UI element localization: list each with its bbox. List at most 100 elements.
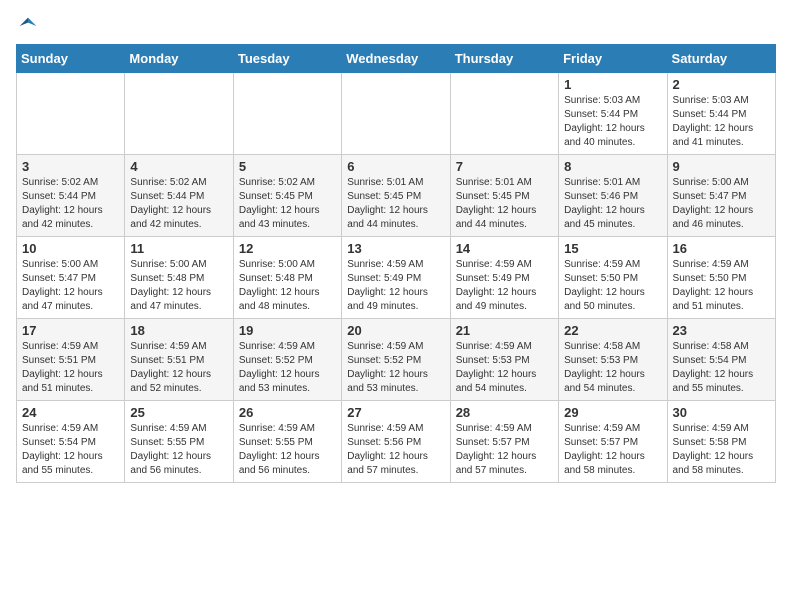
day-number: 9 bbox=[673, 159, 770, 174]
day-header-wednesday: Wednesday bbox=[342, 45, 450, 73]
day-info: Sunrise: 4:59 AM Sunset: 5:53 PM Dayligh… bbox=[456, 340, 553, 396]
day-number: 18 bbox=[130, 323, 227, 338]
calendar-cell: 25 Sunrise: 4:59 AM Sunset: 5:55 PM Dayli… bbox=[125, 401, 233, 483]
day-number: 1 bbox=[564, 77, 661, 92]
calendar-cell bbox=[342, 73, 450, 155]
day-header-tuesday: Tuesday bbox=[233, 45, 341, 73]
calendar-cell: 8 Sunrise: 5:01 AM Sunset: 5:46 PM Daylig… bbox=[559, 155, 667, 237]
day-info: Sunrise: 4:59 AM Sunset: 5:55 PM Dayligh… bbox=[130, 422, 227, 478]
day-number: 8 bbox=[564, 159, 661, 174]
calendar-cell: 1 Sunrise: 5:03 AM Sunset: 5:44 PM Daylig… bbox=[559, 73, 667, 155]
day-header-friday: Friday bbox=[559, 45, 667, 73]
day-number: 22 bbox=[564, 323, 661, 338]
day-info: Sunrise: 5:03 AM Sunset: 5:44 PM Dayligh… bbox=[673, 94, 770, 150]
calendar-cell: 18 Sunrise: 4:59 AM Sunset: 5:51 PM Dayli… bbox=[125, 319, 233, 401]
day-info: Sunrise: 5:00 AM Sunset: 5:48 PM Dayligh… bbox=[130, 258, 227, 314]
calendar-cell: 20 Sunrise: 4:59 AM Sunset: 5:52 PM Dayli… bbox=[342, 319, 450, 401]
calendar-cell: 21 Sunrise: 4:59 AM Sunset: 5:53 PM Dayli… bbox=[450, 319, 558, 401]
calendar-cell: 14Sunrise: 4:59 AM Sunset: 5:49 PM Dayli… bbox=[450, 237, 558, 319]
day-number: 29 bbox=[564, 405, 661, 420]
day-number: 2 bbox=[673, 77, 770, 92]
day-info: Sunrise: 5:02 AM Sunset: 5:45 PM Dayligh… bbox=[239, 176, 336, 232]
day-number: 12 bbox=[239, 241, 336, 256]
calendar-cell: 9 Sunrise: 5:00 AM Sunset: 5:47 PM Daylig… bbox=[667, 155, 775, 237]
day-number: 24 bbox=[22, 405, 119, 420]
calendar-cell: 15 Sunrise: 4:59 AM Sunset: 5:50 PM Dayli… bbox=[559, 237, 667, 319]
day-info: Sunrise: 5:01 AM Sunset: 5:45 PM Dayligh… bbox=[456, 176, 553, 232]
day-info: Sunrise: 4:58 AM Sunset: 5:54 PM Dayligh… bbox=[673, 340, 770, 396]
day-info: Sunrise: 5:03 AM Sunset: 5:44 PM Dayligh… bbox=[564, 94, 661, 150]
day-number: 28 bbox=[456, 405, 553, 420]
calendar-cell: 16 Sunrise: 4:59 AM Sunset: 5:50 PM Dayli… bbox=[667, 237, 775, 319]
calendar-cell bbox=[125, 73, 233, 155]
day-number: 27 bbox=[347, 405, 444, 420]
day-header-sunday: Sunday bbox=[17, 45, 125, 73]
day-number: 15 bbox=[564, 241, 661, 256]
day-number: 26 bbox=[239, 405, 336, 420]
day-number: 3 bbox=[22, 159, 119, 174]
logo bbox=[16, 16, 38, 32]
calendar-cell: 29 Sunrise: 4:59 AM Sunset: 5:57 PM Dayli… bbox=[559, 401, 667, 483]
calendar-cell: 4 Sunrise: 5:02 AM Sunset: 5:44 PM Daylig… bbox=[125, 155, 233, 237]
calendar-cell: 11 Sunrise: 5:00 AM Sunset: 5:48 PM Dayli… bbox=[125, 237, 233, 319]
calendar-cell: 28 Sunrise: 4:59 AM Sunset: 5:57 PM Dayli… bbox=[450, 401, 558, 483]
calendar-cell: 10 Sunrise: 5:00 AM Sunset: 5:47 PM Dayli… bbox=[17, 237, 125, 319]
day-header-saturday: Saturday bbox=[667, 45, 775, 73]
day-info: Sunrise: 4:59 AM Sunset: 5:50 PM Dayligh… bbox=[564, 258, 661, 314]
calendar-cell bbox=[17, 73, 125, 155]
day-info: Sunrise: 5:01 AM Sunset: 5:46 PM Dayligh… bbox=[564, 176, 661, 232]
calendar-cell: 12 Sunrise: 5:00 AM Sunset: 5:48 PM Dayli… bbox=[233, 237, 341, 319]
day-number: 20 bbox=[347, 323, 444, 338]
day-header-thursday: Thursday bbox=[450, 45, 558, 73]
calendar-cell: 23 Sunrise: 4:58 AM Sunset: 5:54 PM Dayli… bbox=[667, 319, 775, 401]
calendar-cell: 30Sunrise: 4:59 AM Sunset: 5:58 PM Dayli… bbox=[667, 401, 775, 483]
day-info: Sunrise: 5:00 AM Sunset: 5:47 PM Dayligh… bbox=[22, 258, 119, 314]
day-number: 21 bbox=[456, 323, 553, 338]
day-number: 17 bbox=[22, 323, 119, 338]
day-number: 19 bbox=[239, 323, 336, 338]
calendar-cell: 27 Sunrise: 4:59 AM Sunset: 5:56 PM Dayli… bbox=[342, 401, 450, 483]
page-header bbox=[16, 16, 776, 32]
day-number: 7 bbox=[456, 159, 553, 174]
day-info: Sunrise: 4:59 AM Sunset: 5:51 PM Dayligh… bbox=[22, 340, 119, 396]
day-number: 13 bbox=[347, 241, 444, 256]
day-info: Sunrise: 5:01 AM Sunset: 5:45 PM Dayligh… bbox=[347, 176, 444, 232]
day-info: Sunrise: 4:59 AM Sunset: 5:52 PM Dayligh… bbox=[347, 340, 444, 396]
calendar-cell: 2 Sunrise: 5:03 AM Sunset: 5:44 PM Daylig… bbox=[667, 73, 775, 155]
day-number: 30 bbox=[673, 405, 770, 420]
day-info: Sunrise: 4:59 AM Sunset: 5:52 PM Dayligh… bbox=[239, 340, 336, 396]
day-number: 23 bbox=[673, 323, 770, 338]
day-info: Sunrise: 4:59 AM Sunset: 5:57 PM Dayligh… bbox=[564, 422, 661, 478]
calendar-cell: 19 Sunrise: 4:59 AM Sunset: 5:52 PM Dayli… bbox=[233, 319, 341, 401]
day-info: Sunrise: 4:58 AM Sunset: 5:53 PM Dayligh… bbox=[564, 340, 661, 396]
calendar-cell: 17 Sunrise: 4:59 AM Sunset: 5:51 PM Dayli… bbox=[17, 319, 125, 401]
day-info: Sunrise: 4:59 AM Sunset: 5:51 PM Dayligh… bbox=[130, 340, 227, 396]
day-number: 5 bbox=[239, 159, 336, 174]
day-info: Sunrise: 4:59 AM Sunset: 5:50 PM Dayligh… bbox=[673, 258, 770, 314]
calendar-cell: 6 Sunrise: 5:01 AM Sunset: 5:45 PM Daylig… bbox=[342, 155, 450, 237]
calendar-cell: 22 Sunrise: 4:58 AM Sunset: 5:53 PM Dayli… bbox=[559, 319, 667, 401]
calendar-cell: 24Sunrise: 4:59 AM Sunset: 5:54 PM Dayli… bbox=[17, 401, 125, 483]
day-info: Sunrise: 5:00 AM Sunset: 5:47 PM Dayligh… bbox=[673, 176, 770, 232]
day-info: Sunrise: 5:00 AM Sunset: 5:48 PM Dayligh… bbox=[239, 258, 336, 314]
calendar-cell bbox=[233, 73, 341, 155]
day-info: Sunrise: 4:59 AM Sunset: 5:55 PM Dayligh… bbox=[239, 422, 336, 478]
day-number: 10 bbox=[22, 241, 119, 256]
calendar-cell: 5 Sunrise: 5:02 AM Sunset: 5:45 PM Daylig… bbox=[233, 155, 341, 237]
day-number: 6 bbox=[347, 159, 444, 174]
logo-icon bbox=[18, 16, 38, 36]
day-number: 25 bbox=[130, 405, 227, 420]
day-number: 11 bbox=[130, 241, 227, 256]
calendar-cell: 7 Sunrise: 5:01 AM Sunset: 5:45 PM Daylig… bbox=[450, 155, 558, 237]
day-number: 4 bbox=[130, 159, 227, 174]
day-number: 16 bbox=[673, 241, 770, 256]
day-header-monday: Monday bbox=[125, 45, 233, 73]
day-info: Sunrise: 5:02 AM Sunset: 5:44 PM Dayligh… bbox=[130, 176, 227, 232]
calendar-cell: 3Sunrise: 5:02 AM Sunset: 5:44 PM Daylig… bbox=[17, 155, 125, 237]
day-info: Sunrise: 4:59 AM Sunset: 5:49 PM Dayligh… bbox=[456, 258, 553, 314]
day-info: Sunrise: 4:59 AM Sunset: 5:57 PM Dayligh… bbox=[456, 422, 553, 478]
day-info: Sunrise: 4:59 AM Sunset: 5:56 PM Dayligh… bbox=[347, 422, 444, 478]
day-info: Sunrise: 4:59 AM Sunset: 5:49 PM Dayligh… bbox=[347, 258, 444, 314]
calendar-cell: 13 Sunrise: 4:59 AM Sunset: 5:49 PM Dayli… bbox=[342, 237, 450, 319]
calendar-cell: 26 Sunrise: 4:59 AM Sunset: 5:55 PM Dayli… bbox=[233, 401, 341, 483]
